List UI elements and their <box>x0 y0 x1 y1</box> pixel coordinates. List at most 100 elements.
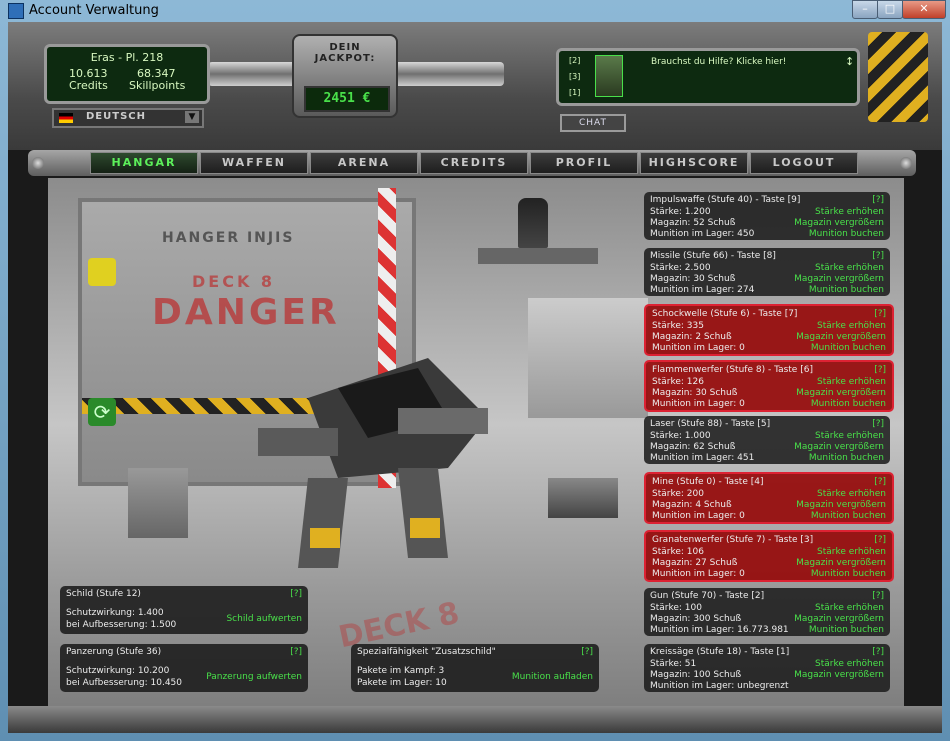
increase-strength-link[interactable]: Stärke erhöhen <box>815 603 884 613</box>
tab-logout[interactable]: LOGOUT <box>750 152 858 174</box>
weapon-ammo-stock: Munition im Lager: 450 <box>650 229 755 239</box>
tab-waffen[interactable]: WAFFEN <box>200 152 308 174</box>
weapon-title: Impulswaffe (Stufe 40) - Taste [9] <box>650 195 801 205</box>
enlarge-magazine-link[interactable]: Magazin vergrößern <box>796 500 886 510</box>
weapon-help-link[interactable]: [?] <box>872 647 884 657</box>
weapon-help-link[interactable]: [?] <box>872 591 884 601</box>
enlarge-magazine-link[interactable]: Magazin vergrößern <box>796 558 886 568</box>
header-console: Eras - Pl. 218 10.613 Credits 68.347 Ski… <box>8 22 942 150</box>
book-ammo-link[interactable]: Munition buchen <box>809 625 884 635</box>
chevron-down-icon[interactable]: ▼ <box>185 111 199 123</box>
language-select[interactable]: DEUTSCH ▼ <box>52 108 204 128</box>
enlarge-magazine-link[interactable]: Magazin vergrößern <box>794 274 884 284</box>
shield-upgrade-link[interactable]: Schild aufwerten <box>226 614 302 624</box>
special-recharge-link[interactable]: Munition aufladen <box>512 672 593 682</box>
chat-button[interactable]: CHAT <box>560 114 626 132</box>
increase-strength-link[interactable]: Stärke erhöhen <box>817 547 886 557</box>
refresh-icon[interactable]: ⟳ <box>88 398 116 426</box>
book-ammo-link[interactable]: Munition buchen <box>809 453 884 463</box>
weapon-magazine: Magazin: 62 Schuß <box>650 442 736 452</box>
book-ammo-link[interactable]: Munition buchen <box>809 285 884 295</box>
weapon-title: Laser (Stufe 88) - Taste [5] <box>650 419 771 429</box>
book-ammo-link[interactable]: Munition buchen <box>811 569 886 579</box>
stairs-wall <box>528 298 648 418</box>
special-line: Pakete im Lager: 10 <box>357 678 447 688</box>
repair-icon[interactable] <box>88 258 116 286</box>
tab-hangar[interactable]: HANGAR <box>90 152 198 174</box>
weapon-help-link[interactable]: [?] <box>872 419 884 429</box>
book-ammo-link[interactable]: Munition buchen <box>811 399 886 409</box>
enlarge-magazine-link[interactable]: Magazin vergrößern <box>794 670 884 680</box>
weapon-help-link[interactable]: [?] <box>874 365 886 375</box>
weapon-strength: Stärke: 100 <box>650 603 702 613</box>
book-ammo-link[interactable]: Munition buchen <box>809 229 884 239</box>
jackpot-label-line1: DEIN <box>329 42 361 53</box>
weapon-ammo-stock: Munition im Lager: 0 <box>652 343 745 353</box>
increase-strength-link[interactable]: Stärke erhöhen <box>817 489 886 499</box>
main-nav: HANGAR WAFFEN ARENA CREDITS PROFIL HIGHS… <box>28 150 916 176</box>
weapon-magazine: Magazin: 100 Schuß <box>650 670 742 680</box>
weapon-magazine: Magazin: 30 Schuß <box>652 388 738 398</box>
minimize-button[interactable]: – <box>852 0 878 19</box>
weapon-strength: Stärke: 2.500 <box>650 263 711 273</box>
book-ammo-link[interactable]: Munition buchen <box>811 343 886 353</box>
tab-credits[interactable]: CREDITS <box>420 152 528 174</box>
jackpot-label-line2: JACKPOT: <box>314 53 376 64</box>
enlarge-magazine-link[interactable]: Magazin vergrößern <box>794 614 884 624</box>
help-chat-panel[interactable]: Brauchst du Hilfe? Klicke hier! [2] [3] … <box>556 48 860 106</box>
weapon-card: Mine (Stufe 0) - Taste [4] [?] Stärke: 200… <box>644 472 894 524</box>
enlarge-magazine-link[interactable]: Magazin vergrößern <box>796 388 886 398</box>
weapon-help-link[interactable]: [?] <box>874 477 886 487</box>
credits-label: Credits <box>69 79 108 92</box>
shield-title: Schild (Stufe 12) <box>66 589 141 599</box>
enlarge-magazine-link[interactable]: Magazin vergrößern <box>796 332 886 342</box>
weapon-help-link[interactable]: [?] <box>872 251 884 261</box>
special-title: Spezialfähigkeit "Zusatzschild" <box>357 647 496 657</box>
increase-strength-link[interactable]: Stärke erhöhen <box>815 431 884 441</box>
armor-line: Schutzwirkung: 10.200 <box>66 666 170 676</box>
enlarge-magazine-link[interactable]: Magazin vergrößern <box>794 218 884 228</box>
enlarge-magazine-link[interactable]: Magazin vergrößern <box>794 442 884 452</box>
language-label: DEUTSCH <box>86 111 146 122</box>
increase-strength-link[interactable]: Stärke erhöhen <box>817 321 886 331</box>
tab-arena[interactable]: ARENA <box>310 152 418 174</box>
weapon-ammo-stock: Munition im Lager: 0 <box>652 511 745 521</box>
weapon-strength: Stärke: 335 <box>652 321 704 331</box>
book-ammo-link[interactable]: Munition buchen <box>811 511 886 521</box>
bottom-frame <box>8 706 942 733</box>
application-window: Account Verwaltung – □ ✕ Eras - Pl. 218 … <box>0 0 950 741</box>
weapon-strength: Stärke: 200 <box>652 489 704 499</box>
title-bar[interactable]: Account Verwaltung – □ ✕ <box>0 0 950 22</box>
armor-upgrade-link[interactable]: Panzerung aufwerten <box>206 672 302 682</box>
german-flag-icon <box>59 113 73 123</box>
maximize-button[interactable]: □ <box>877 0 903 19</box>
shield-help-link[interactable]: [?] <box>290 589 302 599</box>
weapon-help-link[interactable]: [?] <box>874 535 886 545</box>
armor-help-link[interactable]: [?] <box>290 647 302 657</box>
jackpot-display: DEIN JACKPOT: 2451 € <box>292 34 398 118</box>
chat-tag: [2] <box>569 56 581 65</box>
weapon-title: Missile (Stufe 66) - Taste [8] <box>650 251 776 261</box>
increase-strength-link[interactable]: Stärke erhöhen <box>815 207 884 217</box>
weapon-strength: Stärke: 126 <box>652 377 704 387</box>
tab-profil[interactable]: PROFIL <box>530 152 638 174</box>
weapon-help-link[interactable]: [?] <box>874 309 886 319</box>
weapon-card: Schockwelle (Stufe 6) - Taste [7] [?] Stär… <box>644 304 894 356</box>
scroll-arrow-icon[interactable]: ↕ <box>845 55 854 68</box>
weapon-help-link[interactable]: [?] <box>872 195 884 205</box>
special-help-link[interactable]: [?] <box>581 647 593 657</box>
door-deck-text: DECK 8 <box>192 272 276 291</box>
increase-strength-link[interactable]: Stärke erhöhen <box>815 263 884 273</box>
weapon-ammo-stock: Munition im Lager: 274 <box>650 285 755 295</box>
window-title: Account Verwaltung <box>29 3 159 18</box>
increase-strength-link[interactable]: Stärke erhöhen <box>817 377 886 387</box>
weapon-title: Schockwelle (Stufe 6) - Taste [7] <box>652 309 798 319</box>
close-button[interactable]: ✕ <box>902 0 946 19</box>
increase-strength-link[interactable]: Stärke erhöhen <box>815 659 884 669</box>
weapon-card: Impulswaffe (Stufe 40) - Taste [9] [?] Stä… <box>644 192 890 240</box>
tab-highscore[interactable]: HIGHSCORE <box>640 152 748 174</box>
weapon-title: Kreissäge (Stufe 18) - Taste [1] <box>650 647 790 657</box>
screw-decoration <box>32 157 44 169</box>
weapon-ammo-stock: Munition im Lager: 0 <box>652 569 745 579</box>
help-link[interactable]: Brauchst du Hilfe? Klicke hier! <box>651 57 786 67</box>
